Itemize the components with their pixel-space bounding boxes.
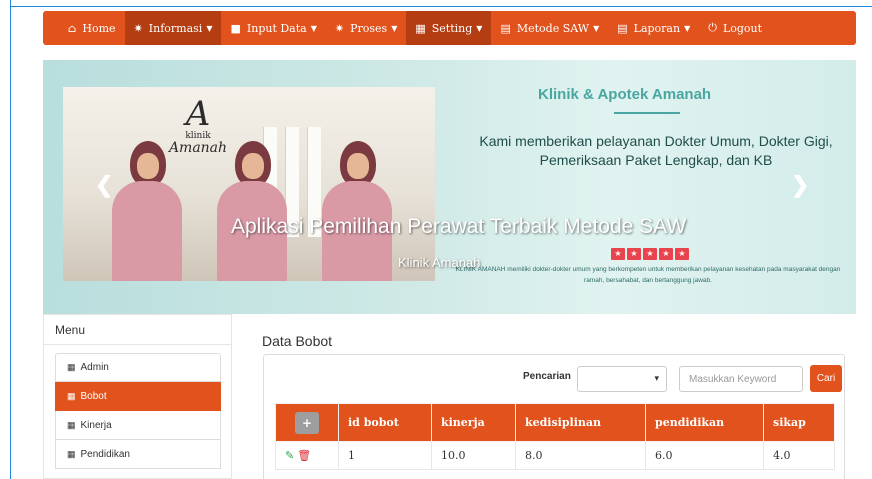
nav-proses-label: Proses bbox=[350, 21, 388, 35]
sidebar-item-admin[interactable]: ▦ Admin bbox=[55, 353, 221, 382]
trash-icon[interactable]: 🗑 bbox=[297, 449, 311, 462]
sidebar-item-label: Bobot bbox=[80, 390, 107, 402]
person-body bbox=[112, 181, 182, 281]
top-navbar: ⌂ Home ✷ Informasi ▼ ■ Input Data ▼ ✷ Pr… bbox=[43, 11, 856, 45]
caret-down-icon: ▼ bbox=[310, 23, 317, 33]
search-label: Pencarian bbox=[523, 371, 571, 382]
rating-stars: ★ ★ ★ ★ ★ bbox=[611, 248, 689, 260]
caret-down-icon: ▼ bbox=[684, 23, 691, 33]
nav-logout-label: Logout bbox=[722, 21, 763, 35]
nav-laporan[interactable]: ▤ Laporan ▼ bbox=[608, 11, 699, 45]
data-panel: Pencarian ▾ Cari + id bobot kinerja kedi… bbox=[263, 354, 845, 479]
carousel-caption-title: Aplikasi Pemilihan Perawat Terbaik Metod… bbox=[231, 215, 687, 238]
caret-down-icon: ▼ bbox=[391, 23, 398, 33]
promo-small-text: KLINIK AMANAH memiliki dokter-dokter umu… bbox=[455, 266, 841, 284]
sidebar-title: Menu bbox=[44, 315, 231, 345]
file-icon: ■ bbox=[230, 21, 241, 35]
cell-sikap: 4.0 bbox=[763, 441, 835, 470]
promo-title: Klinik & Apotek Amanah bbox=[538, 86, 712, 103]
table-header-kedisiplinan: kedisiplinan bbox=[515, 403, 646, 442]
person bbox=[213, 141, 291, 281]
person-face bbox=[137, 153, 159, 179]
page-title: Data Bobot bbox=[262, 333, 333, 349]
nav-home[interactable]: ⌂ Home bbox=[59, 11, 125, 45]
cell-id-bobot: 1 bbox=[338, 441, 432, 470]
person bbox=[108, 141, 186, 281]
nav-logout[interactable]: ⏻ Logout bbox=[699, 11, 771, 45]
nav-input-data[interactable]: ■ Input Data ▼ bbox=[221, 11, 325, 45]
cell-kinerja: 10.0 bbox=[431, 441, 516, 470]
power-icon: ⏻ bbox=[708, 21, 717, 34]
edit-icon[interactable]: ✎ bbox=[285, 449, 294, 462]
nav-informasi-label: Informasi bbox=[148, 21, 203, 35]
gear-icon: ✷ bbox=[334, 21, 345, 35]
add-icon[interactable]: + bbox=[295, 411, 319, 434]
table-header-pendidikan: pendidikan bbox=[645, 403, 764, 442]
carousel-next-icon[interactable]: ❯ bbox=[791, 172, 809, 198]
table-row: ✎ 🗑 1 10.0 8.0 6.0 4.0 bbox=[275, 441, 835, 470]
nav-informasi[interactable]: ✷ Informasi ▼ bbox=[124, 11, 222, 45]
star-icon: ★ bbox=[627, 248, 641, 260]
table-header-actions: + bbox=[275, 403, 339, 442]
clinic-logo-initial: A bbox=[185, 94, 211, 134]
nav-setting[interactable]: ▦ Setting ▼ bbox=[406, 11, 492, 45]
clinic-staff-photo: A klinik Amanah bbox=[63, 87, 435, 281]
gear-icon: ✷ bbox=[133, 21, 143, 35]
search-field-select[interactable]: ▾ bbox=[577, 366, 667, 392]
grid-icon: ▦ bbox=[67, 362, 76, 372]
caret-down-icon: ▼ bbox=[593, 23, 600, 33]
promo-divider bbox=[614, 112, 680, 114]
sidebar-item-kinerja[interactable]: ▦ Kinerja bbox=[55, 411, 221, 440]
person-face bbox=[347, 153, 369, 179]
sidebar-item-label: Kinerja bbox=[80, 419, 112, 431]
nav-input-data-label: Input Data bbox=[246, 21, 307, 35]
table-header-kinerja: kinerja bbox=[431, 403, 516, 442]
sidebar-item-label: Admin bbox=[80, 362, 109, 373]
caret-down-icon: ▼ bbox=[206, 23, 213, 33]
main-content: Data Bobot Pencarian ▾ Cari + id bobot k… bbox=[246, 314, 856, 479]
carousel-prev-icon[interactable]: ❮ bbox=[95, 172, 113, 198]
sidebar-item-bobot[interactable]: ▦ Bobot bbox=[55, 382, 221, 411]
nav-laporan-label: Laporan bbox=[633, 21, 681, 35]
chevron-down-icon: ▾ bbox=[654, 373, 659, 383]
person-face bbox=[242, 153, 264, 179]
window-top-edge bbox=[11, 6, 872, 7]
sidebar-menu: Menu ▦ Admin ▦ Bobot ▦ Kinerja ▦ Pendidi… bbox=[43, 314, 232, 479]
nav-home-label: Home bbox=[82, 21, 116, 35]
caret-down-icon: ▼ bbox=[476, 23, 483, 33]
sidebar-list: ▦ Admin ▦ Bobot ▦ Kinerja ▦ Pendidikan bbox=[55, 353, 221, 469]
search-input[interactable] bbox=[679, 366, 803, 392]
table-header-id-bobot: id bobot bbox=[338, 403, 432, 442]
star-icon: ★ bbox=[643, 248, 657, 260]
search-button[interactable]: Cari bbox=[810, 365, 842, 392]
carousel-caption-subtitle: Klinik Amanah bbox=[398, 255, 481, 270]
star-icon: ★ bbox=[675, 248, 689, 260]
cell-pendidikan: 6.0 bbox=[645, 441, 764, 470]
list-icon: ▤ bbox=[500, 21, 511, 35]
bobot-table: + id bobot kinerja kedisiplinan pendidik… bbox=[275, 403, 835, 470]
home-icon: ⌂ bbox=[68, 21, 77, 35]
star-icon: ★ bbox=[659, 248, 673, 260]
grid-icon: ▦ bbox=[415, 21, 426, 35]
table-header-row: + id bobot kinerja kedisiplinan pendidik… bbox=[275, 403, 835, 442]
nav-metode-saw-label: Metode SAW bbox=[516, 21, 590, 35]
nav-metode-saw[interactable]: ▤ Metode SAW ▼ bbox=[491, 11, 608, 45]
sidebar-item-pendidikan[interactable]: ▦ Pendidikan bbox=[55, 440, 221, 469]
promo-text: Kami memberikan pelayanan Dokter Umum, D… bbox=[479, 133, 833, 168]
star-icon: ★ bbox=[611, 248, 625, 260]
person bbox=[318, 141, 396, 281]
hero-carousel: A klinik Amanah ❮ ❯ Klinik & Apotek Aman… bbox=[43, 60, 856, 314]
grid-icon: ▦ bbox=[67, 448, 76, 459]
cell-kedisiplinan: 8.0 bbox=[515, 441, 646, 470]
grid-icon: ▦ bbox=[67, 390, 76, 401]
table-header-sikap: sikap bbox=[763, 403, 835, 442]
window-left-edge bbox=[0, 0, 11, 479]
nav-setting-label: Setting bbox=[431, 21, 473, 35]
sidebar-item-label: Pendidikan bbox=[80, 448, 130, 460]
nav-proses[interactable]: ✷ Proses ▼ bbox=[326, 11, 406, 45]
row-actions: ✎ 🗑 bbox=[275, 441, 339, 470]
grid-icon: ▦ bbox=[67, 419, 76, 430]
list-icon: ▤ bbox=[617, 21, 628, 35]
